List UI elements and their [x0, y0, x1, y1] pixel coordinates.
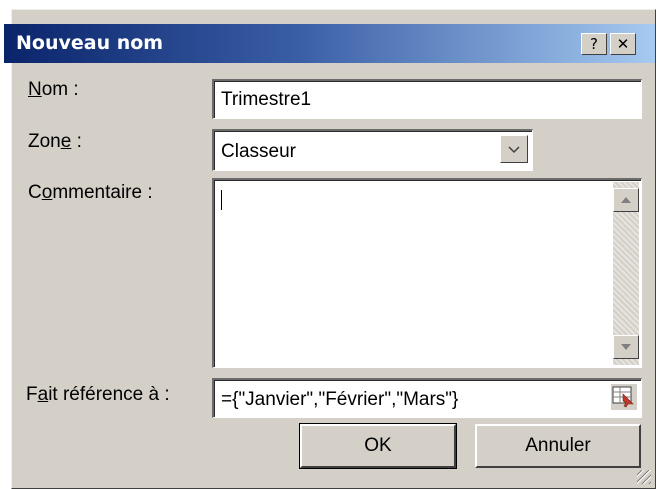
name-field-value: Trimestre1: [221, 89, 312, 110]
close-button[interactable]: ✕: [610, 33, 636, 55]
name-field[interactable]: Trimestre1: [212, 79, 642, 119]
scope-dropdown-button[interactable]: [500, 135, 528, 163]
text-caret: [221, 190, 222, 210]
help-button[interactable]: ?: [581, 33, 607, 55]
chevron-down-icon: [508, 146, 520, 154]
dialog-title: Nouveau nom: [16, 32, 164, 54]
scroll-down-button[interactable]: [613, 335, 639, 359]
scope-select[interactable]: Classeur: [212, 129, 533, 171]
comment-scrollbar[interactable]: [613, 182, 639, 365]
range-select-icon: [612, 386, 634, 408]
resize-grip[interactable]: [637, 470, 651, 484]
help-icon: ?: [590, 35, 598, 53]
title-bar[interactable]: Nouveau nom ? ✕: [4, 24, 655, 63]
refers-to-value: ={"Janvier","Février","Mars"}: [221, 389, 459, 410]
name-label: Nom :: [28, 79, 79, 100]
refers-to-label: Fait référence à :: [26, 384, 170, 405]
comment-textarea[interactable]: [212, 178, 642, 368]
comment-label: Commentaire :: [28, 182, 153, 203]
scroll-up-button[interactable]: [613, 188, 639, 212]
close-icon: ✕: [616, 35, 630, 53]
range-select-button[interactable]: [611, 384, 637, 410]
scope-label: Zone :: [28, 131, 82, 152]
refers-to-field[interactable]: ={"Janvier","Février","Mars"}: [212, 378, 642, 418]
scope-select-value: Classeur: [221, 141, 296, 162]
ok-button[interactable]: OK: [299, 423, 457, 469]
new-name-dialog: Nouveau nom ? ✕ Nom : Trimestre1 Zone : …: [4, 9, 656, 489]
cancel-button[interactable]: Annuler: [475, 424, 641, 468]
arrow-up-icon: [621, 197, 631, 203]
arrow-down-icon: [621, 344, 631, 350]
